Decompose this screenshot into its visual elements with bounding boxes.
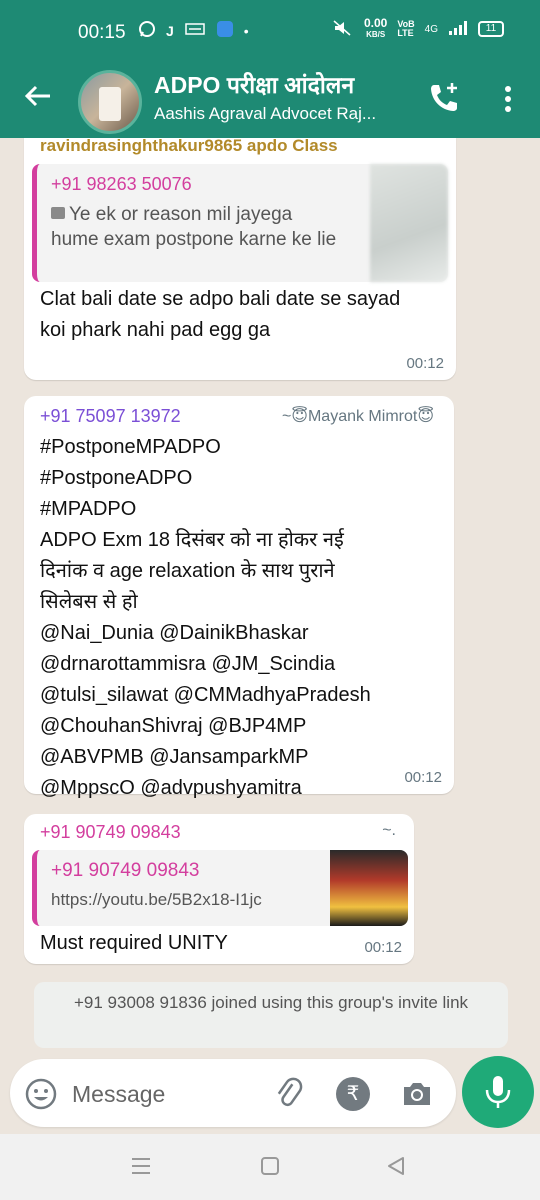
message-sender-name: ~😇Mayank Mimrot😇 xyxy=(281,408,434,425)
quoted-message[interactable]: +91 98263 50076 Ye ek or reason mil jaye… xyxy=(32,164,448,282)
message-line: ADPO Exm 18 दिसंबर को ना होकर नई xyxy=(40,529,344,551)
signal-icon xyxy=(448,20,468,39)
group-name[interactable]: ADPO परीक्षा आंदोलन xyxy=(154,68,354,100)
network-type: 4G xyxy=(424,23,438,35)
news-notification-icon xyxy=(184,20,206,41)
mention-line: @ABVPMB @JansamparkMP xyxy=(40,746,309,768)
mention-line: @ChouhanShivraj @BJP4MP xyxy=(40,715,307,737)
volte-icon: VoB LTE xyxy=(397,19,415,38)
mute-icon xyxy=(332,19,354,40)
overflow-menu-icon[interactable] xyxy=(496,84,520,114)
message-time: 00:12 xyxy=(406,355,444,372)
message-sender-phone[interactable]: +91 75097 13972 xyxy=(40,406,181,427)
mention-line: @MppscO @advpushyamitra xyxy=(40,777,302,799)
chat-header: ADPO परीक्षा आंदोलन Aashis Agraval Advoc… xyxy=(0,60,540,138)
status-time: 00:15 xyxy=(78,22,126,43)
youtube-link[interactable]: https://youtu.be/5B2x18-I1jc xyxy=(51,890,262,910)
quoted-text: Ye ek or reason mil jayega hume exam pos… xyxy=(51,204,337,250)
recent-apps-icon[interactable] xyxy=(130,1156,152,1176)
message-sender: ravindrasinghthakur9865 apdo Class xyxy=(40,138,338,155)
quoted-message[interactable]: +91 90749 09843 https://youtu.be/5B2x18-… xyxy=(32,850,408,926)
notification-icons: J • xyxy=(138,20,249,41)
mention-line: @Nai_Dunia @DainikBhaskar xyxy=(40,622,309,644)
message-time: 00:12 xyxy=(364,939,402,956)
message-input[interactable] xyxy=(72,1077,262,1111)
message-bubble[interactable]: +91 75097 13972 ~😇Mayank Mimrot😇 #Postpo… xyxy=(24,396,454,799)
message-bubble[interactable]: +91 90749 09843 ~. +91 90749 09843 https… xyxy=(24,814,414,964)
app-notification-icon: J xyxy=(166,22,174,39)
app-blue-notification-icon xyxy=(216,20,234,41)
video-thumbnail xyxy=(330,850,408,926)
back-nav-icon[interactable] xyxy=(386,1156,406,1176)
hashtag-link[interactable]: #PostponeADPO xyxy=(40,463,448,494)
message-text: #PostponeMPADPO #PostponeADPO #MPADPO AD… xyxy=(40,432,448,804)
image-icon xyxy=(51,207,65,219)
more-notifications-dot-icon: • xyxy=(243,22,249,39)
payment-rupee-icon[interactable]: ₹ xyxy=(336,1077,370,1111)
camera-icon[interactable] xyxy=(400,1077,434,1111)
message-bubble[interactable]: ravindrasinghthakur9865 apdo Class +91 9… xyxy=(24,138,456,380)
add-call-icon[interactable] xyxy=(426,80,462,116)
system-navigation-bar xyxy=(0,1134,540,1200)
quoted-sender: +91 98263 50076 xyxy=(51,174,192,194)
group-avatar[interactable] xyxy=(78,70,142,134)
message-line: दिनांक व age relaxation के साथ पुराने xyxy=(40,560,335,582)
group-members-subtitle[interactable]: Aashis Agraval Advocet Raj... xyxy=(154,104,404,124)
message-text: Must required UNITY xyxy=(40,932,228,954)
home-icon[interactable] xyxy=(260,1156,280,1176)
system-icons: 0.00 KB/S VoB LTE 4G 11 xyxy=(332,16,504,40)
hashtag-link[interactable]: #MPADPO xyxy=(40,494,448,525)
quoted-sender: +91 90749 09843 xyxy=(51,860,200,881)
message-sender-phone[interactable]: +91 90749 09843 xyxy=(40,822,181,843)
emoji-icon[interactable] xyxy=(24,1077,58,1111)
message-input-container: ₹ xyxy=(10,1059,456,1127)
message-text: Clat bali date se adpo bali date se saya… xyxy=(40,288,401,341)
system-join-notice: +91 93008 91836 joined using this group'… xyxy=(34,982,508,1048)
mention-line: @tulsi_silawat @CMMadhyaPradesh xyxy=(40,684,371,706)
quoted-image-thumbnail xyxy=(370,164,448,282)
voice-message-button[interactable] xyxy=(462,1056,534,1128)
back-arrow-icon[interactable] xyxy=(22,80,54,112)
mic-icon xyxy=(485,1076,511,1108)
message-line: सिलेबस से हो xyxy=(40,591,138,613)
hashtag-link[interactable]: #PostponeMPADPO xyxy=(40,432,448,463)
battery-icon: 11 xyxy=(478,21,504,37)
attach-icon[interactable] xyxy=(272,1077,306,1111)
chat-messages[interactable]: ravindrasinghthakur9865 apdo Class +91 9… xyxy=(0,138,540,1056)
mention-line: @drnarottammisra @JM_Scindia xyxy=(40,653,336,675)
message-composer: ₹ xyxy=(0,1056,540,1134)
status-bar: 00:15 J • 0.00 KB/S VoB LTE 4G 11 xyxy=(0,0,540,60)
message-time: 00:12 xyxy=(404,769,442,786)
whatsapp-notification-icon xyxy=(138,20,156,41)
message-sender-name: ~. xyxy=(382,822,396,839)
data-speed: 0.00 KB/S xyxy=(363,16,388,39)
